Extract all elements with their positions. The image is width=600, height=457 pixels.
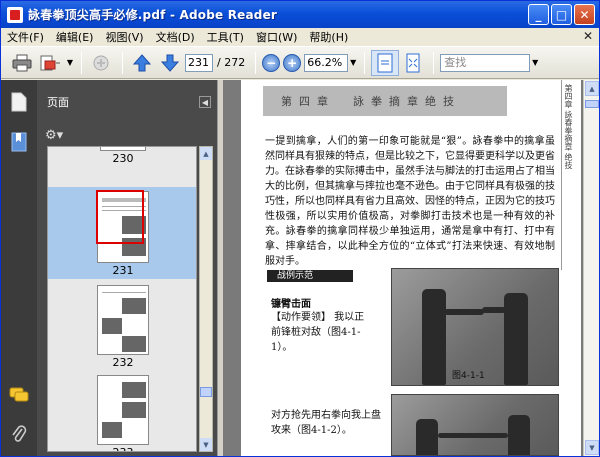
toolbar-separator <box>81 51 82 74</box>
navigation-strip <box>1 80 37 456</box>
menu-help[interactable]: 帮助(H) <box>303 29 354 45</box>
thumbnail-label: 230 <box>112 152 134 165</box>
menu-document[interactable]: 文档(D) <box>150 29 201 45</box>
menu-edit[interactable]: 编辑(E) <box>50 29 100 45</box>
zoom-out-button[interactable]: − <box>262 53 281 72</box>
technique-text: 【动作要领】 我以正前锋桩对敌（图4-1-1）。 <box>271 312 365 353</box>
scroll-up-icon[interactable]: ▲ <box>200 147 212 160</box>
title-bar: 詠春拳顶尖高手必修.pdf - Adobe Reader _ □ ✕ <box>1 1 599 28</box>
zoom-dropdown-icon[interactable]: ▼ <box>348 54 358 72</box>
menu-window[interactable]: 窗口(W) <box>250 29 303 45</box>
paperclip-icon[interactable] <box>9 424 29 444</box>
thumbnail-label: 231 <box>112 264 134 277</box>
scroll-up-icon[interactable]: ▲ <box>585 81 599 96</box>
document-scrollbar[interactable]: ▲ ▼ <box>583 80 599 456</box>
scroll-down-icon[interactable]: ▼ <box>585 440 599 455</box>
gear-icon: ⚙▾ <box>45 127 64 143</box>
adobe-reader-icon <box>7 6 23 23</box>
figure-caption: 图4-1-1 <box>452 371 485 381</box>
bookmark-icon[interactable] <box>9 132 29 152</box>
scroll-thumb[interactable] <box>200 387 212 397</box>
maximize-button[interactable]: □ <box>551 4 572 25</box>
menu-view[interactable]: 视图(V) <box>99 29 149 45</box>
send-dropdown-icon[interactable]: ▼ <box>65 54 75 72</box>
panel-title: 页面 <box>47 96 69 109</box>
toolbar: ▼ 231 / 272 − + 66.2% ▼ 查找 ▼ <box>1 46 599 79</box>
toolbar-separator <box>364 51 366 74</box>
thumbnail-label: 233 <box>48 446 196 451</box>
technique-step-text: 对方抢先用右拳向我上盘攻来（图4-1-2）。 <box>271 410 381 436</box>
page-number-input[interactable]: 231 <box>185 53 213 72</box>
pages-panel: 页面 ◀ ⚙▾ 230 231 232 ▲ ▼ <box>37 80 217 456</box>
toolbar-separator <box>433 51 435 74</box>
thumbnail-232[interactable]: 232 <box>48 283 196 371</box>
thumbnail-233[interactable]: 233 <box>48 373 196 451</box>
thumbnail-page <box>100 147 146 151</box>
window-title: 詠春拳顶尖高手必修.pdf - Adobe Reader <box>28 8 278 22</box>
toolbar-separator <box>255 51 257 74</box>
scroll-thumb[interactable] <box>585 100 599 108</box>
panel-header: 页面 ◀ <box>37 80 217 124</box>
view-area-highlight[interactable] <box>96 190 144 244</box>
side-running-title: 第四章 詠春拳摘章 绝技 <box>561 80 575 270</box>
scroll-down-icon[interactable]: ▼ <box>200 438 212 451</box>
figure-photo <box>391 394 559 456</box>
thumbnail-230[interactable]: 230 <box>48 147 196 165</box>
pdf-page: 第四章 詠拳摘章绝技 第四章 詠春拳摘章 绝技 一提到擒拿，人们的第一印象可能就… <box>241 80 581 456</box>
send-icon[interactable] <box>37 51 63 75</box>
zoom-input[interactable]: 66.2% <box>304 53 349 72</box>
menu-bar: 文件(F) 编辑(E) 视图(V) 文档(D) 工具(T) 窗口(W) 帮助(H… <box>1 28 599 46</box>
figure-photo: 图4-1-1 <box>391 268 559 386</box>
pages-icon[interactable] <box>9 92 29 112</box>
down-arrow-icon[interactable] <box>157 51 183 75</box>
fit-width-icon[interactable] <box>399 50 427 76</box>
options-menu-button[interactable]: ⚙▾ <box>37 124 217 146</box>
menu-tools[interactable]: 工具(T) <box>201 29 250 45</box>
menu-file[interactable]: 文件(F) <box>1 29 50 45</box>
panel-scrollbar[interactable]: ▲ ▼ <box>199 146 213 452</box>
chapter-heading: 第四章 詠拳摘章绝技 <box>263 86 507 116</box>
section-rule <box>327 275 353 277</box>
app-window: 詠春拳顶尖高手必修.pdf - Adobe Reader _ □ ✕ 文件(F)… <box>0 0 600 457</box>
close-button[interactable]: ✕ <box>574 4 595 25</box>
thumbnail-label: 232 <box>112 356 134 369</box>
hand-icon[interactable] <box>88 51 114 75</box>
comment-icon[interactable] <box>9 385 29 405</box>
page-count: / 272 <box>217 56 246 69</box>
body-paragraph: 一提到擒拿，人们的第一印象可能就是“狠”。詠春拳中的擒拿虽然同样具有狠辣的特点，… <box>265 136 555 267</box>
collapse-panel-button[interactable]: ◀ <box>199 96 211 108</box>
window-controls: _ □ ✕ <box>528 4 595 25</box>
thumbnail-page <box>97 375 149 445</box>
thumbnail-page <box>97 285 149 355</box>
search-dropdown-icon[interactable]: ▼ <box>530 54 540 72</box>
fit-page-icon[interactable] <box>371 49 400 76</box>
zoom-in-button[interactable]: + <box>283 53 302 72</box>
minimize-button[interactable]: _ <box>528 4 549 25</box>
technique-title: 镰臂击面 <box>271 299 311 310</box>
up-arrow-icon[interactable] <box>129 51 155 75</box>
toolbar-separator <box>122 51 123 74</box>
thumbnail-list: 230 231 232 <box>47 146 197 452</box>
thumbnail-page <box>96 190 149 263</box>
print-icon[interactable] <box>9 51 35 75</box>
thumbnail-231[interactable]: 231 <box>48 187 196 279</box>
search-input[interactable]: 查找 <box>440 53 531 72</box>
document-view: 第四章 詠拳摘章绝技 第四章 詠春拳摘章 绝技 一提到擒拿，人们的第一印象可能就… <box>223 80 599 456</box>
document-close-icon[interactable]: ✕ <box>583 29 593 43</box>
